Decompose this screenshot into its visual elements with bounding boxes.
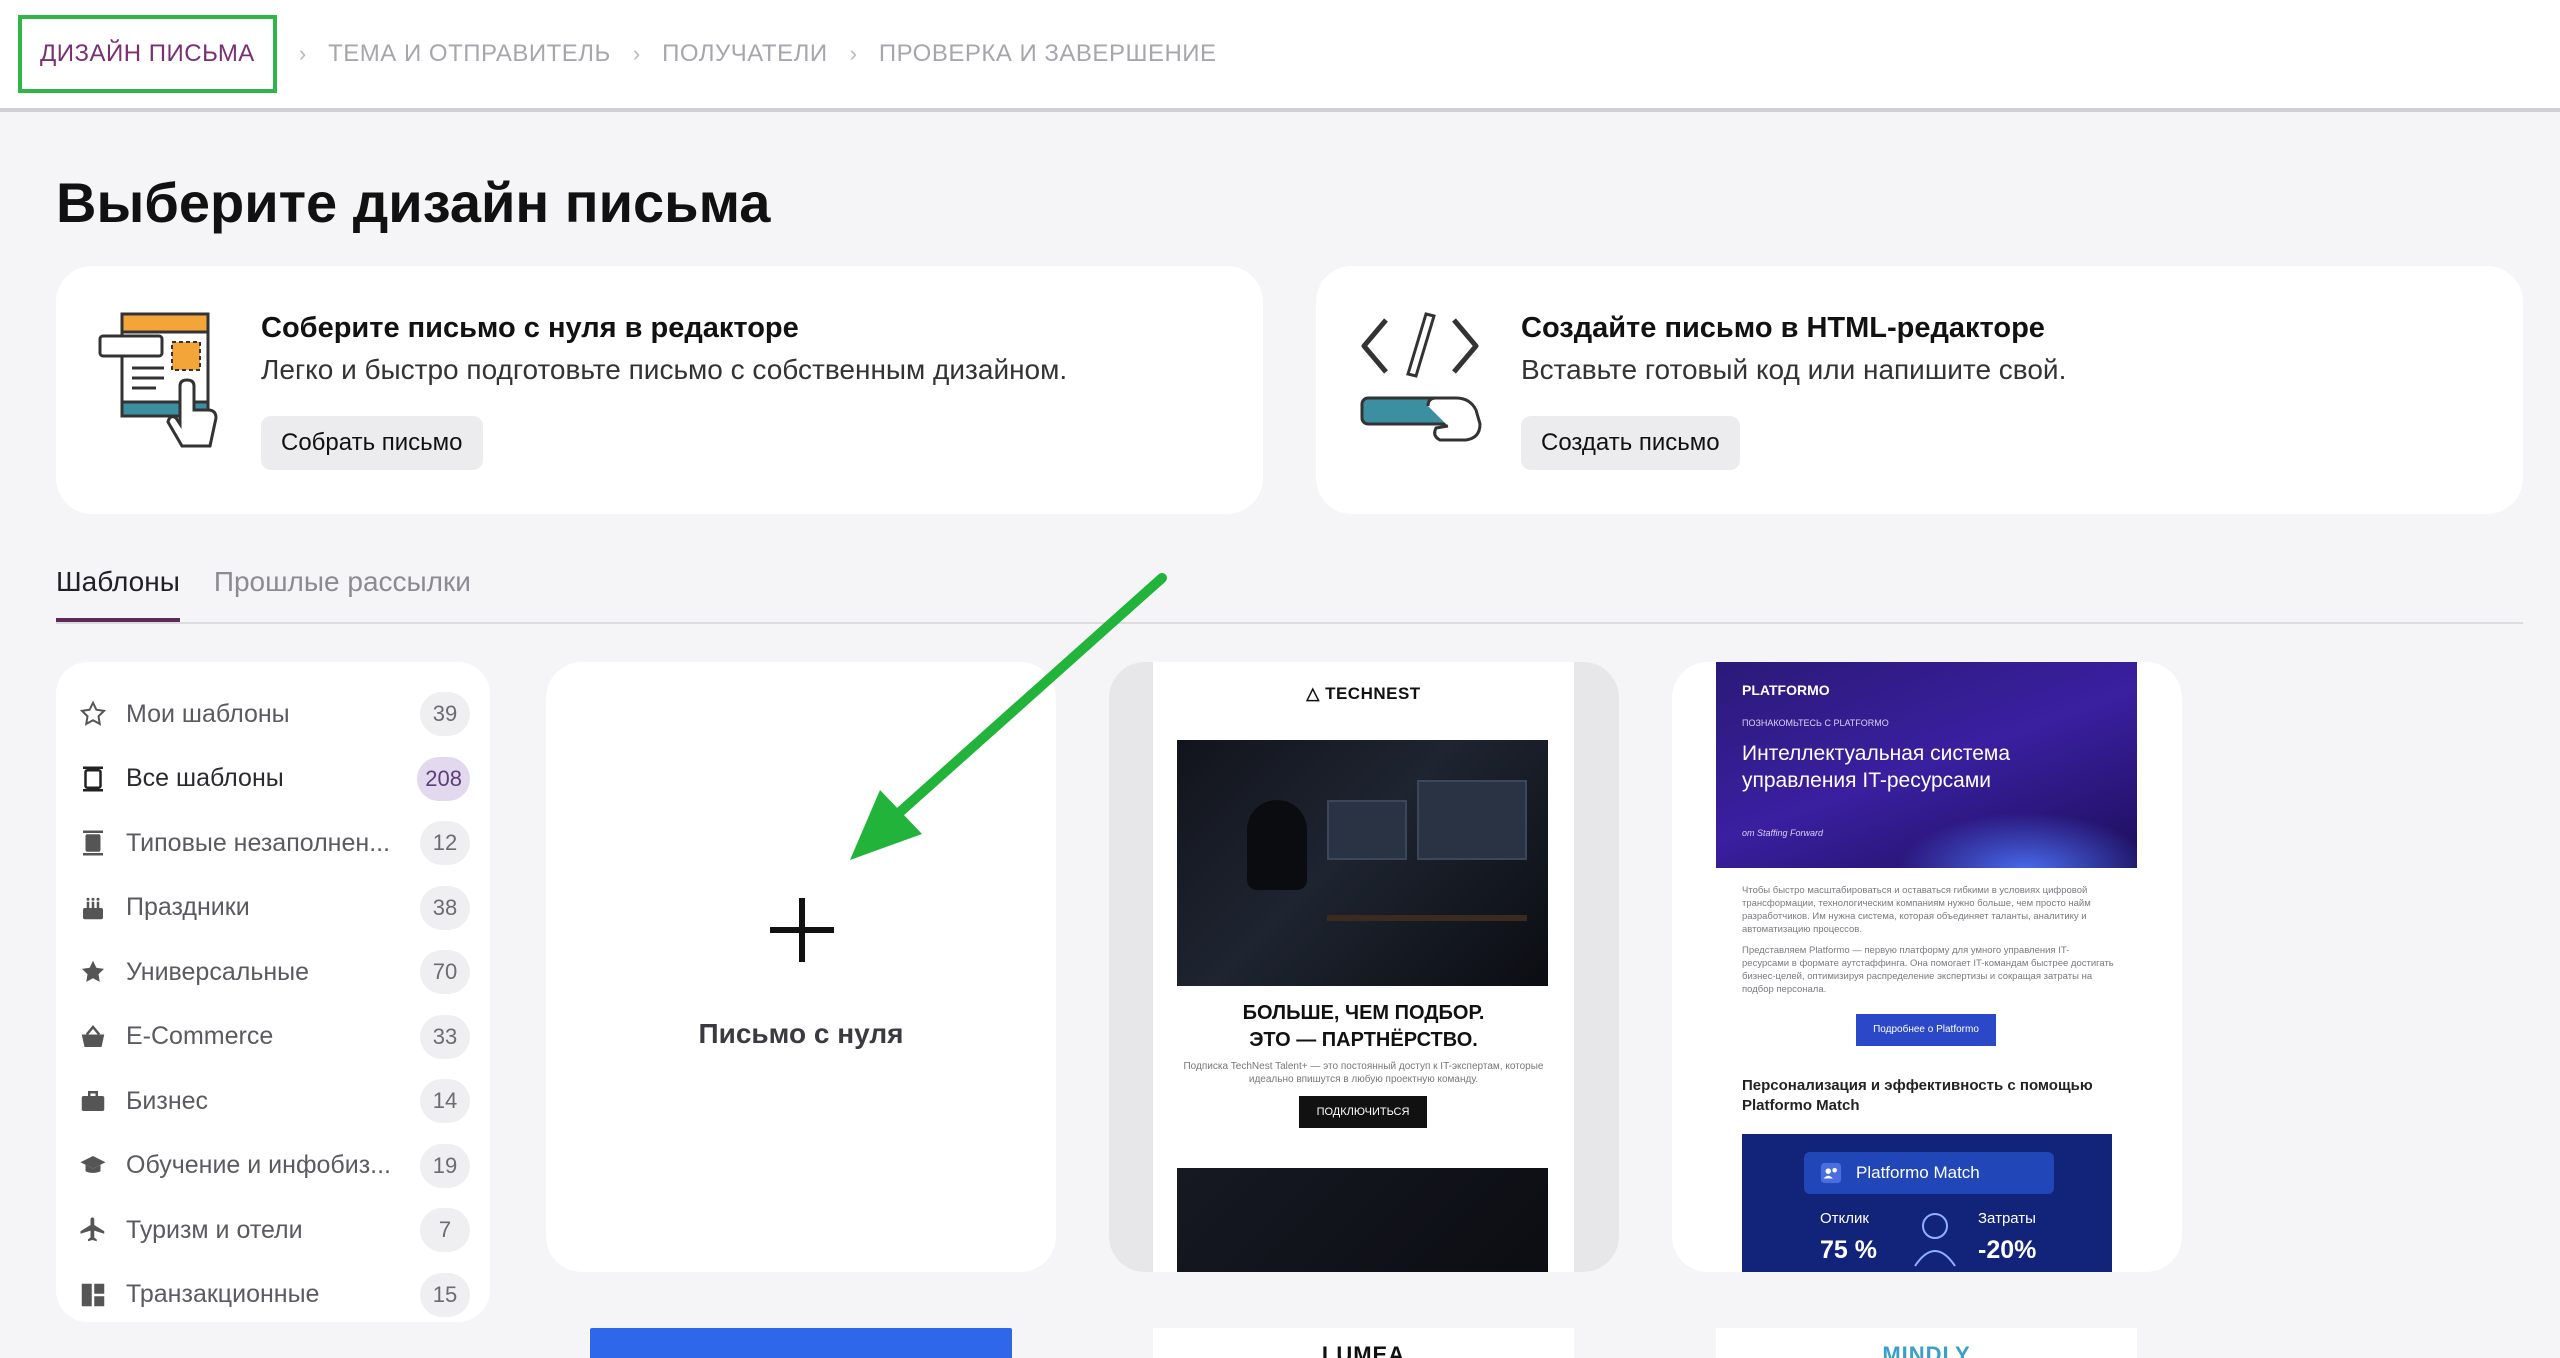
basket-icon (81, 1024, 105, 1047)
category-label: Универсальные (126, 957, 310, 986)
category-count: 70 (420, 950, 470, 995)
template-preview: PLATFORMO ПОЗНАКОМЬТЕСЬ С PLATFORMO Инте… (1716, 662, 2137, 1272)
graduation-cap-icon (80, 1155, 106, 1173)
template-secondary-image (1177, 1168, 1548, 1272)
create-email-button[interactable]: Создать письмо (1521, 416, 1740, 470)
blank-template-card[interactable]: Письмо с нуля (546, 662, 1056, 1272)
page-title: Выберите дизайн письма (56, 171, 771, 234)
template-body-text: Чтобы быстро масштабироваться и оставать… (1742, 885, 2091, 935)
category-count: 33 (420, 1014, 470, 1059)
template-logo: LUMEA (1321, 1342, 1406, 1358)
users-icon (1820, 1162, 1842, 1184)
stat-value: -20% (1978, 1236, 2037, 1264)
layout-icon (81, 1283, 105, 1306)
category-label: Транзакционные (126, 1280, 320, 1309)
html-card-title: Создайте письмо в HTML-редакторе (1521, 312, 2045, 344)
template-kicker: ПОЗНАКОМЬТЕСЬ С PLATFORMO (1742, 718, 1889, 728)
code-tags-icon (1360, 312, 1482, 442)
template-card-peek[interactable] (590, 1328, 1012, 1358)
template-preview: △ TECHNEST БОЛЬШЕ, ЧЕМ ПОДБОР. ЭТО — ПАР… (1153, 662, 1574, 1272)
category-ecommerce[interactable]: E-Commerce 33 (56, 1005, 490, 1070)
category-blank-templates[interactable]: Типовые незаполнен... 12 (56, 811, 490, 876)
template-body-text: Подписка TechNest Talent+ — это постоянн… (1183, 1061, 1544, 1085)
template-cta: Подробнее о Platformo (1856, 1014, 1996, 1046)
category-label: Праздники (126, 893, 250, 922)
category-count: 19 (420, 1143, 470, 1188)
template-logo: PLATFORMO (1742, 682, 1830, 698)
template-logo: MINDLY (1882, 1342, 1971, 1358)
category-education[interactable]: Обучение и инфобиз... 19 (56, 1134, 490, 1199)
template-card-platformo[interactable]: PLATFORMO ПОЗНАКОМЬТЕСЬ С PLATFORMO Инте… (1672, 662, 2182, 1272)
template-blank-icon (83, 830, 103, 856)
template-hero: PLATFORMO ПОЗНАКОМЬТЕСЬ С PLATFORMO Инте… (1716, 662, 2137, 868)
category-count: 7 (420, 1208, 470, 1253)
template-logo: △ TECHNEST (1306, 684, 1421, 703)
category-label: Мои шаблоны (126, 699, 290, 728)
html-card-description: Вставьте готовый код или напишите свой. (1521, 354, 2067, 385)
category-holidays[interactable]: Праздники 38 (56, 876, 490, 941)
step-recipients[interactable]: ПОЛУЧАТЕЛИ (662, 40, 827, 68)
blank-template-label: Письмо с нуля (698, 1018, 904, 1049)
category-count: 12 (420, 821, 470, 866)
step-subject-sender[interactable]: ТЕМА И ОТПРАВИТЕЛЬ (328, 40, 611, 68)
template-card-peek[interactable]: MINDLY (1716, 1328, 2137, 1358)
tab-past-campaigns[interactable]: Прошлые рассылки (214, 566, 471, 622)
template-headline: Интеллектуальная система управления IT-р… (1742, 742, 2011, 792)
template-cta: ПОДКЛЮЧИТЬСЯ (1299, 1096, 1427, 1128)
category-label: Бизнес (126, 1086, 209, 1115)
category-label: Туризм и отели (126, 1215, 303, 1244)
step-email-design[interactable]: ДИЗАЙН ПИСЬМА (18, 15, 277, 93)
briefcase-icon (81, 1091, 105, 1112)
category-transactional[interactable]: Транзакционные 15 (56, 1263, 490, 1328)
category-all-templates[interactable]: Все шаблоны 208 (56, 747, 490, 812)
template-subheading: Персонализация и эффективность с помощью… (1742, 1077, 2093, 1114)
category-universal[interactable]: Универсальные 70 (56, 940, 490, 1005)
builder-card: Соберите письмо с нуля в редакторе Легко… (56, 266, 1263, 514)
category-count: 15 (420, 1272, 470, 1317)
category-my-templates[interactable]: Мои шаблоны 39 (56, 682, 490, 747)
builder-card-description: Легко и быстро подготовьте письмо с собс… (261, 354, 1068, 385)
category-count: 14 (420, 1079, 470, 1124)
chevron-right-icon: › (632, 41, 641, 66)
template-byline: от Staffing Forward (1742, 828, 1824, 838)
category-count: 208 (417, 756, 470, 801)
stat-value: 75 % (1820, 1236, 1877, 1264)
document-editor-icon (98, 312, 218, 448)
stat-label: Отклик (1820, 1210, 1869, 1227)
category-label: Обучение и инфобиз... (126, 1151, 392, 1180)
category-label: Все шаблоны (126, 764, 284, 793)
plus-icon (770, 898, 834, 962)
html-editor-card: Создайте письмо в HTML-редакторе Вставьт… (1316, 266, 2523, 514)
template-stats-panel: Platformo Match Отклик Затраты 75 % -20% (1742, 1134, 2112, 1272)
template-card-peek[interactable]: LUMEA (1153, 1328, 1574, 1358)
wizard-stepper: ДИЗАЙН ПИСЬМА › ТЕМА И ОТПРАВИТЕЛЬ › ПОЛ… (0, 0, 2560, 112)
stat-label: Затраты (1978, 1210, 2036, 1227)
template-stack-icon (83, 766, 103, 792)
category-label: Типовые незаполнен... (126, 828, 391, 857)
category-count: 39 (420, 692, 470, 737)
chevron-right-icon: › (298, 41, 307, 66)
category-travel[interactable]: Туризм и отели 7 (56, 1198, 490, 1263)
template-body-text: Представляем Platformo — первую платформ… (1742, 945, 2114, 995)
builder-card-title: Соберите письмо с нуля в редакторе (261, 312, 799, 344)
template-headline: БОЛЬШЕ, ЧЕМ ПОДБОР. ЭТО — ПАРТНЁРСТВО. (1242, 1002, 1485, 1051)
airplane-icon (80, 1217, 105, 1242)
step-review-finish[interactable]: ПРОВЕРКА И ЗАВЕРШЕНИЕ (879, 40, 1217, 68)
chevron-right-icon: › (849, 41, 857, 66)
category-count: 38 (420, 885, 470, 930)
template-hero-image (1177, 740, 1548, 986)
template-tabs: Шаблоны Прошлые рассылки (56, 566, 2523, 624)
person-icon (1914, 1213, 1956, 1267)
tab-templates[interactable]: Шаблоны (56, 566, 180, 622)
template-card-technest[interactable]: △ TECHNEST БОЛЬШЕ, ЧЕМ ПОДБОР. ЭТО — ПАР… (1109, 662, 1619, 1272)
star-filled-icon (82, 961, 104, 983)
star-outline-icon (79, 700, 107, 726)
cake-icon (83, 897, 103, 919)
category-label: E-Commerce (126, 1022, 274, 1051)
build-email-button[interactable]: Собрать письмо (261, 416, 483, 470)
category-business[interactable]: Бизнес 14 (56, 1069, 490, 1134)
category-sidebar: Мои шаблоны 39 Все шаблоны 208 Типовые н… (56, 662, 490, 1322)
